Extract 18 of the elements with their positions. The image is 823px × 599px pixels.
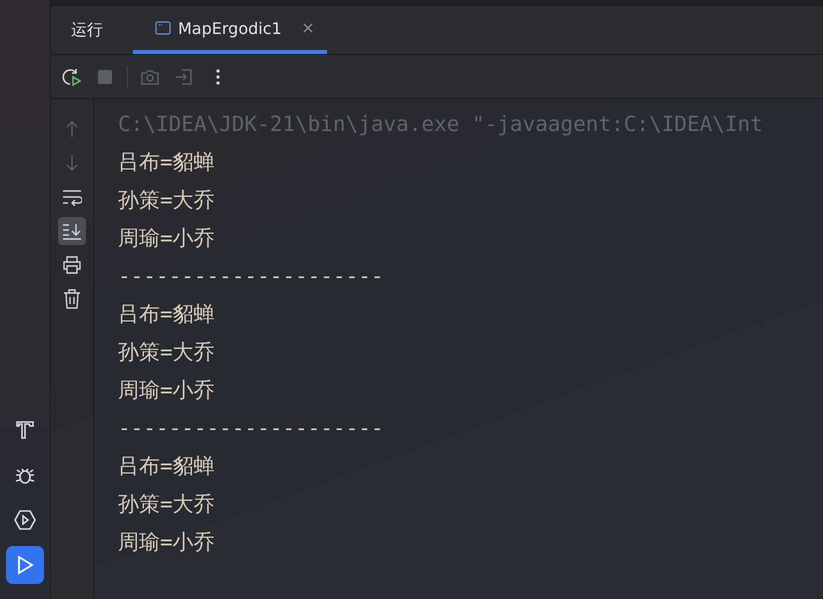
close-icon[interactable] — [302, 23, 313, 33]
output-line: 吕布=貂蝉 — [118, 149, 216, 176]
scroll-to-end-icon[interactable] — [58, 217, 86, 245]
output-line: 周瑜=小乔 — [118, 529, 216, 556]
output-line: 孙策=大乔 — [118, 491, 216, 518]
tab-label: MapErgodic1 — [178, 18, 282, 38]
command-line-text: C:\IDEA\JDK-21\bin\java.exe "-javaagent:C:\IDEA\Int — [118, 111, 764, 138]
output-line: 周瑜=小乔 — [118, 377, 216, 404]
output-line: 周瑜=小乔 — [118, 225, 216, 252]
output-line: 吕布=貂蝉 — [118, 453, 216, 480]
output-line: 孙策=大乔 — [118, 187, 216, 214]
run-icon[interactable] — [6, 546, 44, 584]
tool-window-title: 运行 — [70, 20, 104, 40]
console-icon — [155, 20, 171, 36]
output-line: --------------------- — [118, 263, 385, 290]
output-line: 孙策=大乔 — [118, 339, 216, 366]
output-line: --------------------- — [118, 415, 385, 442]
output-line: 吕布=貂蝉 — [118, 301, 216, 328]
